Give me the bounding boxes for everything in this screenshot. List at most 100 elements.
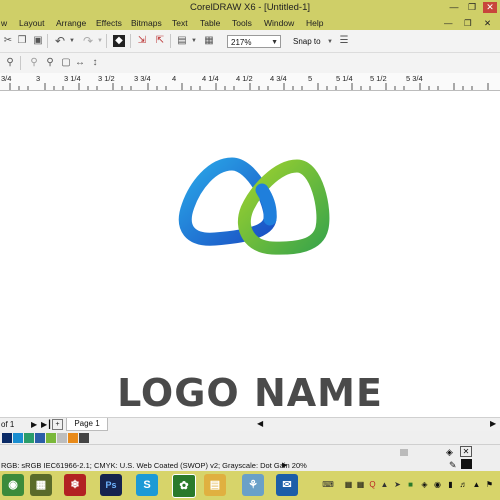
chevron-down-icon: ▼ bbox=[271, 39, 278, 46]
separator bbox=[47, 34, 48, 48]
flag-icon[interactable]: ⚑ bbox=[485, 480, 494, 490]
horizontal-ruler[interactable]: 3/4 3 3 1/4 3 1/2 3 3/4 4 4 1/4 4 1/2 4 … bbox=[0, 73, 500, 91]
menu-effects[interactable]: Effects bbox=[96, 18, 122, 28]
palette-swatch[interactable] bbox=[57, 433, 67, 443]
windows-taskbar: ◉ ▦ ❄ Ps S ✿ ▤ ⚘ ✉ ⌨ ▦ ▦ Q ▲ ➤ ■ ◈ ◉ ▮ ♬… bbox=[0, 471, 500, 500]
outlook-icon[interactable]: ✉ bbox=[276, 474, 298, 496]
doc-restore-button[interactable]: ❐ bbox=[464, 18, 472, 29]
outline-pen-icon[interactable]: ✎ bbox=[449, 460, 457, 471]
zoom-all-icon[interactable]: ⚲ bbox=[44, 57, 56, 69]
close-button[interactable]: ✕ bbox=[483, 2, 497, 13]
menu-tools[interactable]: Tools bbox=[232, 18, 252, 28]
tray-icon[interactable]: ▦ bbox=[344, 480, 353, 490]
menu-text[interactable]: Text bbox=[172, 18, 188, 28]
palette-swatch[interactable] bbox=[13, 433, 23, 443]
publish-dropdown-icon[interactable]: ▼ bbox=[188, 35, 200, 47]
palette-swatch[interactable] bbox=[46, 433, 56, 443]
network-icon[interactable]: ⚘ bbox=[242, 474, 264, 496]
logo-text[interactable]: LOGO NAME bbox=[0, 371, 500, 415]
skype-icon[interactable]: S bbox=[136, 474, 158, 496]
network-status-icon[interactable]: ▲ bbox=[472, 480, 481, 490]
search-content-icon[interactable]: ◆ bbox=[113, 35, 125, 47]
ruler-label: 4 1/2 bbox=[236, 74, 253, 83]
zoom-width-icon[interactable]: ↔ bbox=[74, 57, 86, 69]
add-page-icon[interactable]: + bbox=[52, 419, 63, 430]
menu-layout[interactable]: Layout bbox=[19, 18, 45, 28]
publish-pdf-icon[interactable]: ▤ bbox=[176, 35, 188, 47]
ruler-label: 3 bbox=[36, 74, 41, 83]
coreldraw-icon[interactable]: ✿ bbox=[172, 474, 196, 498]
zoom-page-icon[interactable]: ▢ bbox=[60, 57, 72, 69]
ruler-label: 5 3/4 bbox=[406, 74, 423, 83]
separator bbox=[130, 34, 131, 48]
zoom-level-value: 217% bbox=[231, 38, 252, 47]
scroll-left-icon[interactable]: ◀ bbox=[257, 419, 263, 428]
logo-overlap bbox=[255, 183, 277, 226]
tray-icon[interactable]: ◈ bbox=[420, 480, 429, 490]
chrome-icon[interactable]: ◉ bbox=[2, 474, 24, 496]
paste-icon[interactable]: ▣ bbox=[32, 35, 44, 47]
page-tab[interactable]: Page 1 bbox=[66, 418, 108, 431]
tray-icon[interactable]: ◉ bbox=[433, 480, 442, 490]
application-launcher-icon[interactable]: ▦ bbox=[203, 35, 215, 47]
drawing-canvas[interactable]: LOGO NAME bbox=[0, 91, 500, 428]
zoom-height-icon[interactable]: ↕ bbox=[89, 57, 101, 69]
options-icon[interactable]: ☰ bbox=[338, 35, 350, 47]
volume-icon[interactable]: ♬ bbox=[459, 480, 468, 490]
scroll-right-icon[interactable]: ▶ bbox=[490, 419, 496, 428]
menu-help[interactable]: Help bbox=[306, 18, 323, 28]
keyboard-icon[interactable]: ⌨ bbox=[320, 480, 336, 490]
folder-icon[interactable]: ▤ bbox=[204, 474, 226, 496]
separator bbox=[106, 34, 107, 48]
menu-arrange[interactable]: Arrange bbox=[56, 18, 86, 28]
tray-icon[interactable]: ▦ bbox=[356, 480, 365, 490]
snap-to-label[interactable]: Snap to bbox=[293, 37, 321, 46]
menu-table[interactable]: Table bbox=[200, 18, 220, 28]
ruler-label: 3 3/4 bbox=[134, 74, 151, 83]
palette-swatch[interactable] bbox=[79, 433, 89, 443]
no-fill-indicator[interactable]: ✕ bbox=[460, 446, 472, 457]
export-icon[interactable]: ⇱ bbox=[154, 35, 166, 47]
snap-dropdown-icon[interactable]: ▼ bbox=[324, 36, 336, 48]
redo-icon[interactable]: ↷ bbox=[82, 35, 94, 47]
restore-button[interactable]: ❐ bbox=[465, 2, 479, 13]
menu-window[interactable]: Window bbox=[264, 18, 294, 28]
zoom-selected-icon[interactable]: ⚲ bbox=[28, 57, 40, 69]
redo-dropdown-icon[interactable]: ▼ bbox=[94, 35, 106, 47]
logo-mark[interactable] bbox=[0, 91, 500, 417]
palette-swatch[interactable] bbox=[68, 433, 78, 443]
minimize-button[interactable]: — bbox=[447, 2, 461, 13]
tray-icon[interactable]: Q bbox=[368, 480, 377, 490]
undo-icon[interactable]: ↶ bbox=[54, 35, 66, 47]
battery-icon[interactable]: ▮ bbox=[446, 480, 455, 490]
undo-dropdown-icon[interactable]: ▼ bbox=[66, 35, 78, 47]
import-icon[interactable]: ⇲ bbox=[136, 35, 148, 47]
profile-arrow-icon[interactable]: ▶ bbox=[282, 461, 287, 469]
palette-swatch[interactable] bbox=[24, 433, 34, 443]
copy-icon[interactable]: ❐ bbox=[16, 35, 28, 47]
outline-color-indicator[interactable] bbox=[461, 459, 472, 469]
tray-icon[interactable]: ■ bbox=[406, 480, 415, 490]
doc-minimize-button[interactable]: — bbox=[444, 18, 453, 28]
zoom-icon[interactable]: ⚲ bbox=[4, 57, 16, 69]
calculator-icon[interactable]: ▦ bbox=[30, 474, 52, 496]
palette-swatch[interactable] bbox=[2, 433, 12, 443]
menu-view[interactable]: w bbox=[1, 18, 7, 28]
separator bbox=[20, 56, 21, 70]
fill-color-icon[interactable]: ◈ bbox=[446, 447, 453, 458]
cut-icon[interactable]: ✂ bbox=[2, 35, 14, 47]
zoom-level-select[interactable]: 217% ▼ bbox=[227, 35, 281, 48]
photoshop-icon[interactable]: Ps bbox=[100, 474, 122, 496]
menu-bitmaps[interactable]: Bitmaps bbox=[131, 18, 162, 28]
color-profiles-text[interactable]: RGB: sRGB IEC61966-2.1; CMYK: U.S. Web C… bbox=[1, 461, 307, 470]
ruler-label: 3 1/4 bbox=[64, 74, 81, 83]
cursor-icon: ➤ bbox=[394, 480, 401, 489]
tray-icon[interactable]: ▲ bbox=[380, 480, 389, 490]
doc-close-button[interactable]: ✕ bbox=[484, 18, 491, 29]
ruler-label: 4 1/4 bbox=[202, 74, 219, 83]
next-page-icon[interactable]: ▶ bbox=[31, 420, 37, 429]
palette-swatch[interactable] bbox=[35, 433, 45, 443]
last-page-icon[interactable]: ▶┃ bbox=[41, 420, 52, 429]
acrobat-icon[interactable]: ❄ bbox=[64, 474, 86, 496]
ruler-ticks bbox=[9, 83, 489, 90]
